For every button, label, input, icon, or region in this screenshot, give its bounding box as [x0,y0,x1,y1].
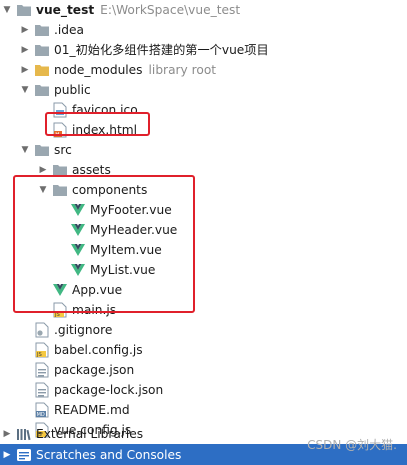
file-label: package.json [54,363,135,377]
file-label: MyList.vue [90,263,156,277]
tree-node-project-root[interactable]: ▼ vue_test E:\WorkSpace\vue_test [0,0,407,20]
tree-node-src[interactable]: ▼ src [0,140,407,160]
file-label: .gitignore [54,323,113,337]
tree-node-babel-config[interactable]: JS babel.config.js [0,340,407,360]
gitignore-file-icon [34,322,50,338]
tree-node-components[interactable]: ▼ components [0,180,407,200]
vue-file-icon [70,222,86,238]
tree-node-readme[interactable]: MD README.md [0,400,407,420]
scratches-icon [16,447,32,463]
tree-node-node-modules[interactable]: ▶ node_modules library root [0,60,407,80]
folder-icon [34,142,50,158]
chevron-right-icon[interactable]: ▶ [2,445,12,465]
chevron-down-icon[interactable]: ▼ [20,140,30,160]
project-name: vue_test [36,3,95,17]
chevron-down-icon[interactable]: ▼ [20,80,30,100]
file-label: index.html [72,123,137,137]
markdown-file-icon: MD [34,402,50,418]
file-label: MyItem.vue [90,243,162,257]
file-label: MyFooter.vue [90,203,172,217]
folder-icon [34,42,50,58]
svg-text:JS: JS [36,352,42,358]
tree-node-idea[interactable]: ▶ .idea [0,20,407,40]
js-file-icon: JS [52,302,68,318]
folder-icon [52,162,68,178]
chevron-right-icon[interactable]: ▶ [20,20,30,40]
tree-node-index-html[interactable]: H index.html [0,120,407,140]
folder-label: assets [72,163,111,177]
scratches-label: Scratches and Consoles [36,447,182,462]
vue-file-icon [70,202,86,218]
tree-node-my-footer[interactable]: MyFooter.vue [0,200,407,220]
json-file-icon [34,382,50,398]
svg-text:H: H [55,132,59,138]
folder-label: .idea [54,23,84,37]
tree-node-favicon[interactable]: favicon.ico [0,100,407,120]
svg-text:JS: JS [54,312,60,318]
folder-icon [34,62,50,78]
tree-node-my-header[interactable]: MyHeader.vue [0,220,407,240]
vue-file-icon [70,242,86,258]
chevron-right-icon[interactable]: ▶ [2,424,12,444]
chevron-right-icon[interactable]: ▶ [38,160,48,180]
file-label: README.md [54,403,130,417]
file-label: package-lock.json [54,383,164,397]
folder-icon [34,82,50,98]
project-path: E:\WorkSpace\vue_test [100,3,241,17]
image-file-icon [52,102,68,118]
project-tree: ▼ vue_test E:\WorkSpace\vue_test ▶ .idea… [0,0,407,465]
file-label: favicon.ico [72,103,138,117]
chevron-down-icon[interactable]: ▼ [2,0,12,20]
tree-node-main-js[interactable]: JS main.js [0,300,407,320]
library-root-hint: library root [148,63,217,77]
file-label: App.vue [72,283,123,297]
json-file-icon [34,362,50,378]
folder-label: 01_初始化多组件搭建的第一个vue项目 [54,43,269,57]
folder-icon [16,2,32,18]
chevron-right-icon[interactable]: ▶ [20,60,30,80]
vue-file-icon [52,282,68,298]
tree-node-package-lock[interactable]: package-lock.json [0,380,407,400]
file-label: MyHeader.vue [90,223,178,237]
folder-label: node_modules [54,63,143,77]
chevron-right-icon[interactable]: ▶ [20,40,30,60]
folder-icon [52,182,68,198]
library-icon [16,426,32,442]
folder-label: public [54,83,91,97]
tree-node-app-vue[interactable]: App.vue [0,280,407,300]
vue-file-icon [70,262,86,278]
folder-icon [34,22,50,38]
tree-node-package-json[interactable]: package.json [0,360,407,380]
csdn-watermark: CSDN @刘大猫. [307,438,397,452]
chevron-down-icon[interactable]: ▼ [38,180,48,200]
js-file-icon: JS [34,342,50,358]
tree-node-my-item[interactable]: MyItem.vue [0,240,407,260]
folder-label: src [54,143,72,157]
svg-text:MD: MD [37,412,45,418]
tree-node-public[interactable]: ▼ public [0,80,407,100]
tree-node-my-list[interactable]: MyList.vue [0,260,407,280]
file-label: babel.config.js [54,343,143,357]
html-file-icon: H [52,122,68,138]
tree-node-assets[interactable]: ▶ assets [0,160,407,180]
external-libraries-label: External Libraries [36,427,144,441]
folder-label: components [72,183,148,197]
tree-node-gitignore[interactable]: .gitignore [0,320,407,340]
tree-node-init-doc[interactable]: ▶ 01_初始化多组件搭建的第一个vue项目 [0,40,407,60]
file-label: main.js [72,303,117,317]
